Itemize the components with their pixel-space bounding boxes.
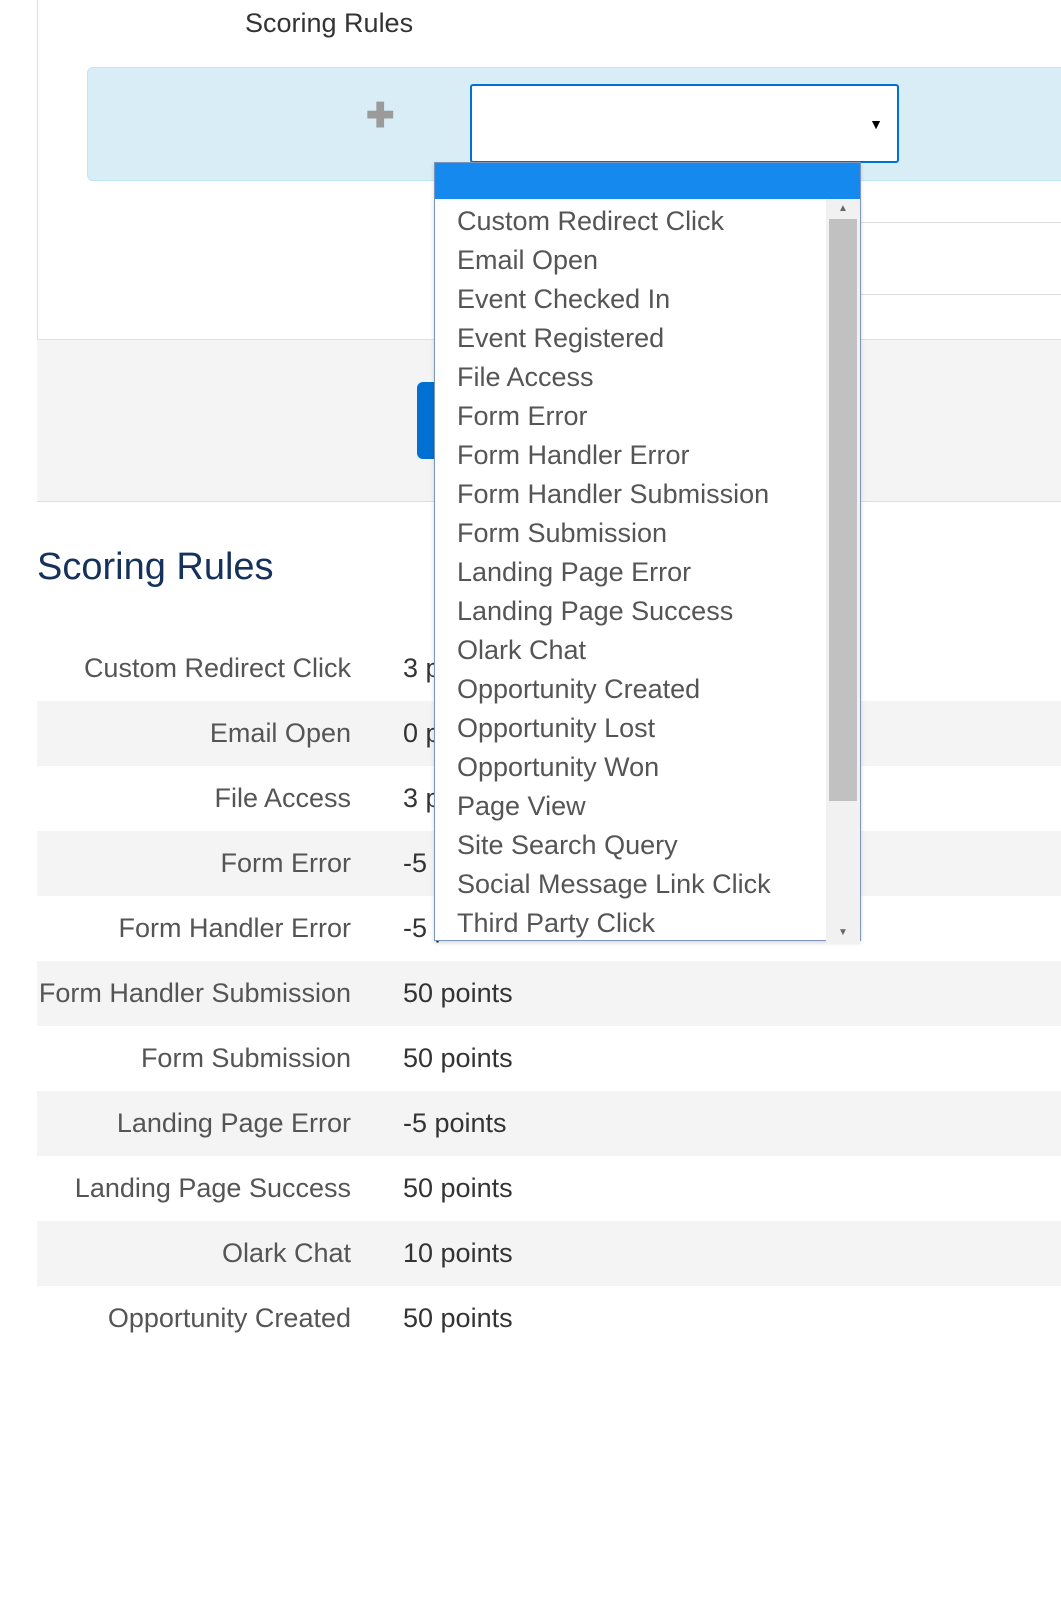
rule-value: 10 points [377,1238,1061,1269]
rule-label: Opportunity Created [37,1303,377,1334]
dropdown-option[interactable]: Opportunity Won [457,748,826,787]
chevron-down-icon: ▼ [869,116,883,132]
section-heading: Scoring Rules [37,546,274,589]
dropdown-option[interactable]: File Access [457,358,826,397]
table-row: Landing Page Success50 points [37,1156,1061,1221]
rule-label: Landing Page Error [37,1108,377,1139]
plus-icon[interactable] [366,96,395,136]
dropdown-option[interactable]: Email Open [457,241,826,280]
dropdown-option[interactable]: Third Party Click [457,904,826,943]
scrollbar-thumb[interactable] [829,219,857,801]
dropdown-selected-blank[interactable] [435,163,860,199]
rule-type-select[interactable]: ▼ [470,84,899,163]
scroll-down-icon[interactable]: ▼ [826,923,860,943]
rule-value: 50 points [377,1043,1061,1074]
dropdown-option[interactable]: Event Checked In [457,280,826,319]
rule-value: 50 points [377,1303,1061,1334]
row-action-icons [366,96,401,136]
rule-label: Form Error [37,848,377,879]
dropdown-option[interactable]: Page View [457,787,826,826]
dropdown-option[interactable]: Landing Page Success [457,592,826,631]
rule-label: Email Open [37,718,377,749]
table-row: Landing Page Error-5 points [37,1091,1061,1156]
rule-label: Form Handler Error [37,913,377,944]
dropdown-option[interactable]: Event Registered [457,319,826,358]
dropdown-option[interactable]: Form Error [457,397,826,436]
dropdown-option[interactable]: Form Submission [457,514,826,553]
table-row: Form Submission50 points [37,1026,1061,1091]
dropdown-option[interactable]: Opportunity Created [457,670,826,709]
dropdown-option[interactable]: Site Search Query [457,826,826,865]
dropdown-option[interactable]: Landing Page Error [457,553,826,592]
form-field-label: Scoring Rules [245,8,413,39]
dropdown-option[interactable]: Olark Chat [457,631,826,670]
rule-label: Custom Redirect Click [37,653,377,684]
rule-value: 50 points [377,1173,1061,1204]
dropdown-scrollbar[interactable]: ▲ ▼ [826,199,860,943]
rule-label: Olark Chat [37,1238,377,1269]
rule-label: Form Submission [37,1043,377,1074]
dropdown-option[interactable]: Custom Redirect Click [457,202,826,241]
rule-value: 50 points [377,978,1061,1009]
rule-value: -5 points [377,1108,1061,1139]
scroll-up-icon[interactable]: ▲ [826,199,860,219]
rule-type-dropdown: Custom Redirect ClickEmail OpenEvent Che… [434,162,861,941]
table-row: Form Handler Submission50 points [37,961,1061,1026]
rule-label: File Access [37,783,377,814]
dropdown-option[interactable]: Opportunity Lost [457,709,826,748]
table-row: Opportunity Created50 points [37,1286,1061,1351]
dropdown-option[interactable]: Form Handler Error [457,436,826,475]
dropdown-option[interactable]: Form Handler Submission [457,475,826,514]
rule-label: Landing Page Success [37,1173,377,1204]
rule-label: Form Handler Submission [37,978,377,1009]
dropdown-option[interactable]: Social Message Link Click [457,865,826,904]
table-row: Olark Chat10 points [37,1221,1061,1286]
